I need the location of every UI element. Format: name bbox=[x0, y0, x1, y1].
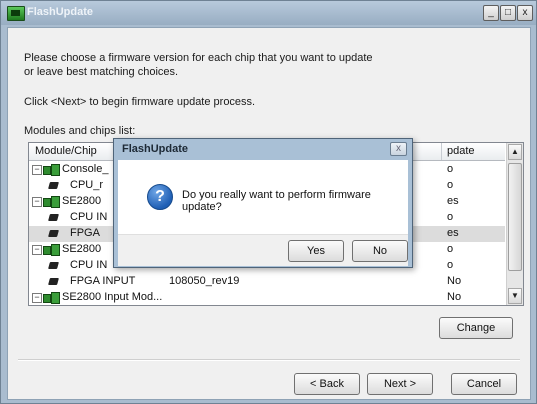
chip-icon bbox=[48, 180, 60, 191]
column-header-update[interactable]: pdate bbox=[447, 145, 475, 157]
minimize-button[interactable]: _ bbox=[483, 5, 499, 21]
instruction-line-2: or leave best matching choices. bbox=[24, 66, 179, 78]
question-icon: ? bbox=[147, 184, 173, 210]
row-update: o bbox=[447, 243, 454, 255]
collapse-icon[interactable]: − bbox=[32, 165, 42, 175]
next-button[interactable]: Next > bbox=[367, 373, 433, 395]
row-name: SE2800 bbox=[62, 243, 102, 255]
maximize-button[interactable]: □ bbox=[500, 5, 516, 21]
chip-icon bbox=[48, 260, 60, 271]
dialog-footer: Yes No bbox=[118, 234, 408, 266]
row-update: o bbox=[447, 211, 454, 223]
back-button[interactable]: < Back bbox=[294, 373, 360, 395]
flashupdate-window: FlashUpdate _ □ x Please choose a firmwa… bbox=[0, 0, 537, 404]
instruction-line-3: Click <Next> to begin firmware update pr… bbox=[24, 96, 256, 108]
scroll-down-arrow-icon[interactable]: ▼ bbox=[508, 288, 522, 304]
dialog-title: FlashUpdate bbox=[122, 143, 189, 155]
row-name: Console_ bbox=[62, 163, 109, 175]
no-button[interactable]: No bbox=[352, 240, 408, 262]
row-update: o bbox=[447, 163, 454, 175]
scroll-thumb[interactable] bbox=[508, 163, 522, 271]
instruction-line-1: Please choose a firmware version for eac… bbox=[24, 52, 373, 64]
module-board-icon bbox=[43, 292, 60, 304]
chip-icon bbox=[48, 212, 60, 223]
chip-icon bbox=[48, 276, 60, 287]
row-update: o bbox=[447, 179, 454, 191]
collapse-icon[interactable]: − bbox=[32, 293, 42, 303]
confirm-dialog: FlashUpdate x ? Do you really want to pe… bbox=[113, 138, 413, 268]
row-name: CPU_r bbox=[70, 179, 104, 191]
row-name: SE2800 Input Mod... bbox=[62, 291, 163, 303]
row-update: es bbox=[447, 195, 459, 207]
chip-row[interactable]: FPGA INPUT 108050_rev19 No bbox=[29, 274, 505, 290]
dialog-body: ? Do you really want to perform firmware… bbox=[118, 160, 408, 234]
title-bar[interactable]: FlashUpdate _ □ x bbox=[1, 1, 536, 25]
row-name: SE2800 bbox=[62, 195, 102, 207]
cancel-button[interactable]: Cancel bbox=[451, 373, 517, 395]
module-board-icon bbox=[43, 244, 60, 256]
row-update: es bbox=[447, 227, 459, 239]
module-board-icon bbox=[43, 164, 60, 176]
list-label: Modules and chips list: bbox=[24, 125, 136, 137]
row-version: 108050_rev19 bbox=[169, 275, 240, 287]
dialog-close-button[interactable]: x bbox=[390, 142, 407, 156]
row-name: FPGA INPUT bbox=[70, 275, 136, 287]
list-scrollbar[interactable]: ▲ ▼ bbox=[506, 143, 523, 305]
yes-button[interactable]: Yes bbox=[288, 240, 344, 262]
chip-icon bbox=[48, 228, 60, 239]
scroll-up-arrow-icon[interactable]: ▲ bbox=[508, 144, 522, 160]
dialog-message: Do you really want to perform firmware u… bbox=[182, 189, 371, 213]
column-header-module-chip[interactable]: Module/Chip bbox=[35, 145, 97, 157]
row-update: No bbox=[447, 275, 462, 287]
row-update: o bbox=[447, 259, 454, 271]
row-name: FPGA bbox=[70, 227, 100, 239]
app-icon bbox=[7, 6, 25, 21]
row-name: CPU IN bbox=[70, 259, 108, 271]
window-title: FlashUpdate bbox=[27, 6, 94, 18]
collapse-icon[interactable]: − bbox=[32, 197, 42, 207]
row-update: No bbox=[447, 291, 462, 303]
row-name: CPU IN bbox=[70, 211, 108, 223]
change-button[interactable]: Change bbox=[439, 317, 513, 339]
collapse-icon[interactable]: − bbox=[32, 245, 42, 255]
footer-divider bbox=[18, 359, 520, 361]
module-board-icon bbox=[43, 196, 60, 208]
close-button[interactable]: x bbox=[517, 5, 533, 21]
module-row[interactable]: − SE2800 Input Mod... No bbox=[29, 290, 505, 306]
